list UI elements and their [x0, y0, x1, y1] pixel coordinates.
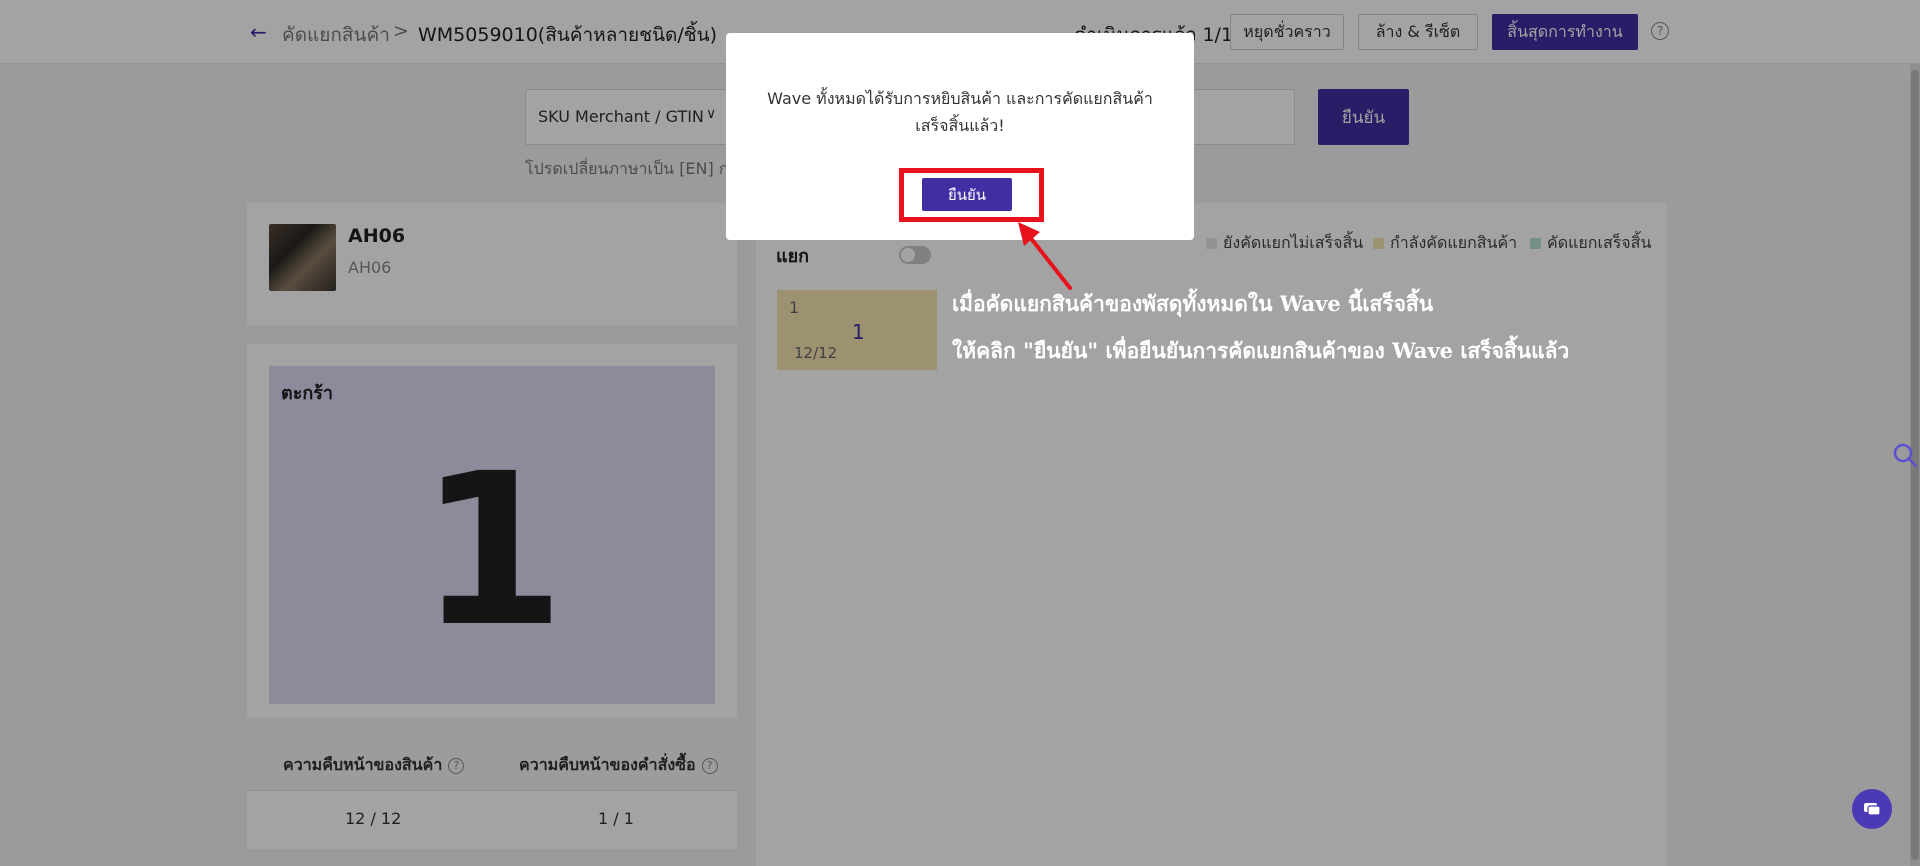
chat-button[interactable]	[1852, 789, 1892, 829]
annotation-line-2: ให้คลิก "ยืนยัน" เพื่อยืนยันการคัดแยกสิน…	[952, 338, 1570, 363]
annotation-line-1: เมื่อคัดแยกสินค้าของพัสดุทั้งหมดใน Wave …	[952, 291, 1434, 316]
chat-icon	[1864, 803, 1881, 816]
search-icon[interactable]	[1892, 442, 1918, 468]
dialog-message: Wave ทั้งหมดได้รับการหยิบสินค้า และการคั…	[767, 89, 1153, 135]
highlight-frame	[899, 168, 1044, 222]
annotation-arrow-icon	[1018, 222, 1072, 290]
